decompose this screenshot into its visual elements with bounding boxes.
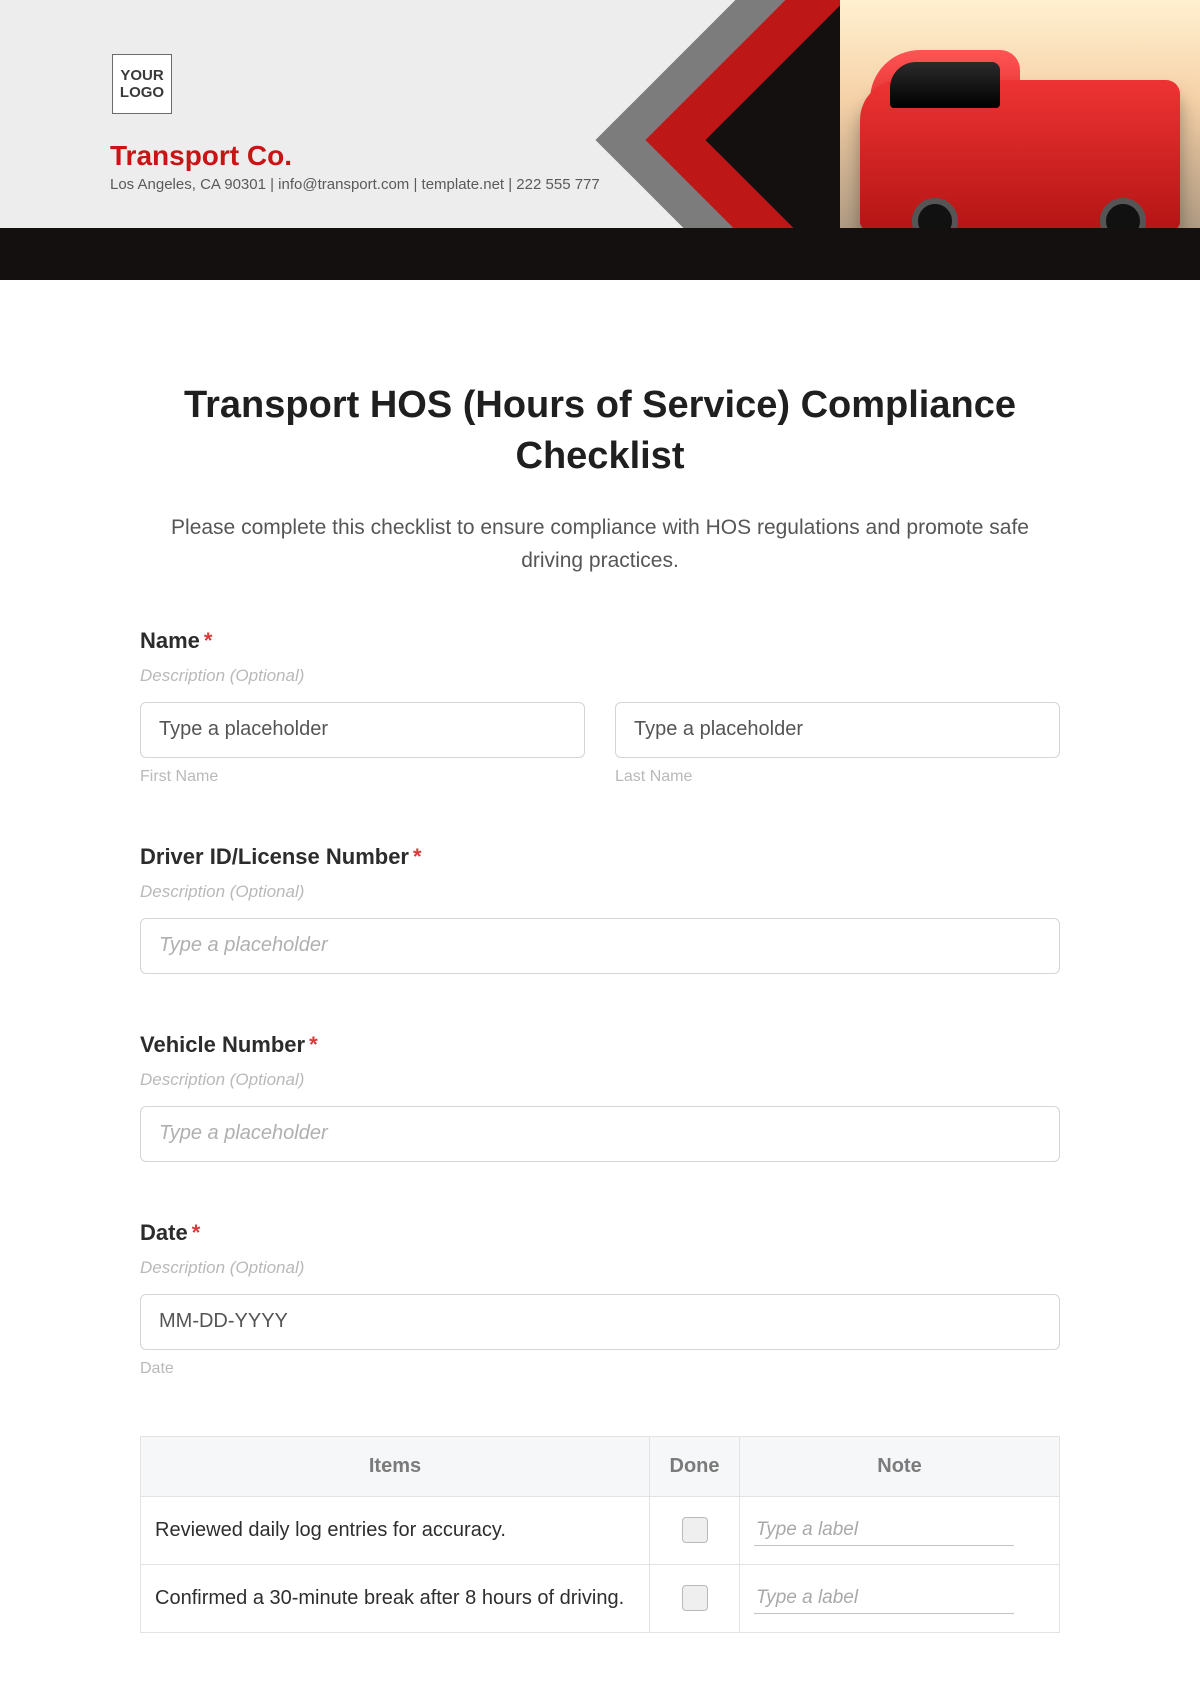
required-mark: *	[309, 1032, 318, 1057]
field-subtext: Description (Optional)	[140, 1070, 1060, 1090]
col-note: Note	[740, 1436, 1060, 1496]
driver-id-input[interactable]	[140, 918, 1060, 974]
field-label-driver-id: Driver ID/License Number*	[140, 844, 1060, 870]
label-text: Driver ID/License Number	[140, 844, 409, 869]
done-checkbox[interactable]	[682, 1585, 708, 1611]
checklist-table: Items Done Note Reviewed daily log entri…	[140, 1436, 1060, 1633]
label-text: Date	[140, 1220, 188, 1245]
field-driver-id: Driver ID/License Number* Description (O…	[140, 844, 1060, 974]
field-subtext: Description (Optional)	[140, 882, 1060, 902]
last-name-input[interactable]	[615, 702, 1060, 758]
done-checkbox[interactable]	[682, 1517, 708, 1543]
required-mark: *	[192, 1220, 201, 1245]
date-hint: Date	[140, 1360, 1060, 1378]
vehicle-number-input[interactable]	[140, 1106, 1060, 1162]
first-name-hint: First Name	[140, 768, 585, 786]
document-header: YOUR LOGO Transport Co. Los Angeles, CA …	[0, 0, 1200, 280]
note-input[interactable]	[754, 1583, 1014, 1614]
field-subtext: Description (Optional)	[140, 666, 1060, 686]
logo-text: YOUR LOGO	[113, 67, 171, 102]
field-vehicle-number: Vehicle Number* Description (Optional)	[140, 1032, 1060, 1162]
required-mark: *	[204, 628, 213, 653]
company-name: Transport Co.	[110, 140, 292, 172]
note-input[interactable]	[754, 1515, 1014, 1546]
col-done: Done	[650, 1436, 740, 1496]
header-black-band	[0, 228, 1200, 280]
field-date: Date* Description (Optional) Date	[140, 1220, 1060, 1378]
last-name-hint: Last Name	[615, 768, 1060, 786]
field-label-date: Date*	[140, 1220, 1060, 1246]
field-label-name: Name*	[140, 628, 1060, 654]
item-cell: Reviewed daily log entries for accuracy.	[141, 1496, 650, 1564]
form-container: Transport HOS (Hours of Service) Complia…	[140, 280, 1060, 1673]
date-input[interactable]	[140, 1294, 1060, 1350]
logo-placeholder: YOUR LOGO	[112, 54, 172, 114]
required-mark: *	[413, 844, 422, 869]
item-cell: Confirmed a 30-minute break after 8 hour…	[141, 1564, 650, 1632]
table-row: Reviewed daily log entries for accuracy.	[141, 1496, 1060, 1564]
form-description: Please complete this checklist to ensure…	[140, 511, 1060, 578]
field-name: Name* Description (Optional) First Name …	[140, 628, 1060, 786]
first-name-input[interactable]	[140, 702, 585, 758]
field-subtext: Description (Optional)	[140, 1258, 1060, 1278]
company-contact-line: Los Angeles, CA 90301 | info@transport.c…	[110, 176, 600, 193]
label-text: Name	[140, 628, 200, 653]
table-row: Confirmed a 30-minute break after 8 hour…	[141, 1564, 1060, 1632]
label-text: Vehicle Number	[140, 1032, 305, 1057]
field-label-vehicle: Vehicle Number*	[140, 1032, 1060, 1058]
form-title: Transport HOS (Hours of Service) Complia…	[140, 380, 1060, 483]
col-items: Items	[141, 1436, 650, 1496]
